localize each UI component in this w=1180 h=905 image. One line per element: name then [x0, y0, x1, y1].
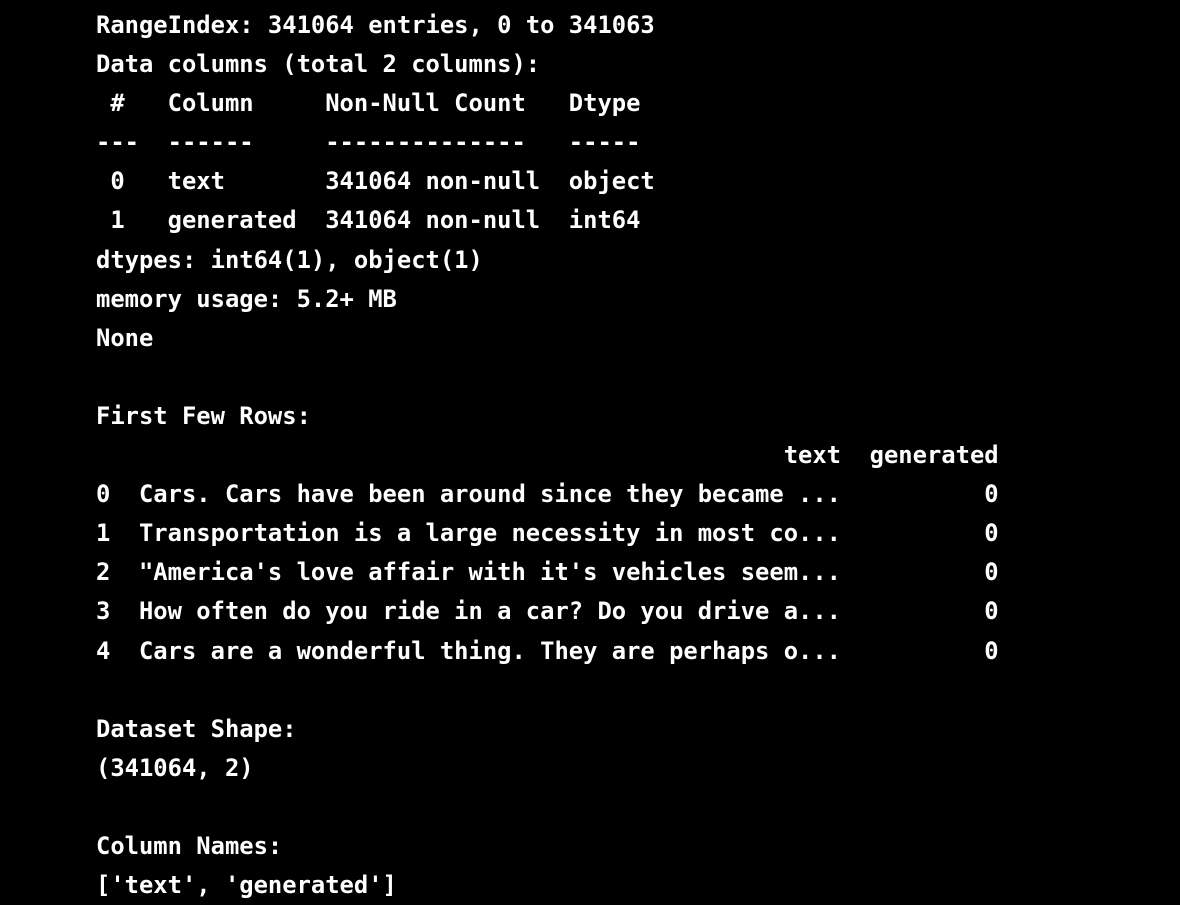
column-names-heading: Column Names: [96, 831, 283, 860]
console-output: RangeIndex: 341064 entries, 0 to 341063 … [96, 6, 1180, 904]
rows-table-row: 2 "America's love affair with it's vehic… [96, 558, 999, 587]
column-names-value: ['text', 'generated'] [96, 871, 397, 900]
rows-table-header: text generated [96, 441, 999, 470]
info-table-row: 0 text 341064 non-null object [96, 167, 655, 196]
info-table-separator: --- ------ -------------- ----- [96, 128, 655, 157]
dataset-shape-heading: Dataset Shape: [96, 714, 297, 743]
range-index-line: RangeIndex: 341064 entries, 0 to 341063 [96, 11, 655, 39]
rows-table-row: 1 Transportation is a large necessity in… [96, 519, 999, 548]
rows-table-row: 4 Cars are a wonderful thing. They are p… [96, 636, 999, 665]
rows-table-row: 0 Cars. Cars have been around since they… [96, 480, 999, 509]
memory-usage-line: memory usage: 5.2+ MB [96, 284, 397, 313]
first-rows-heading: First Few Rows: [96, 401, 311, 430]
info-table-row: 1 generated 341064 non-null int64 [96, 206, 655, 235]
rows-table-row: 3 How often do you ride in a car? Do you… [96, 597, 999, 626]
info-table-header: # Column Non-Null Count Dtype [96, 89, 655, 118]
data-columns-line: Data columns (total 2 columns): [96, 50, 541, 79]
none-line: None [96, 323, 154, 352]
dataset-shape-value: (341064, 2) [96, 753, 254, 782]
dtypes-line: dtypes: int64(1), object(1) [96, 245, 483, 274]
